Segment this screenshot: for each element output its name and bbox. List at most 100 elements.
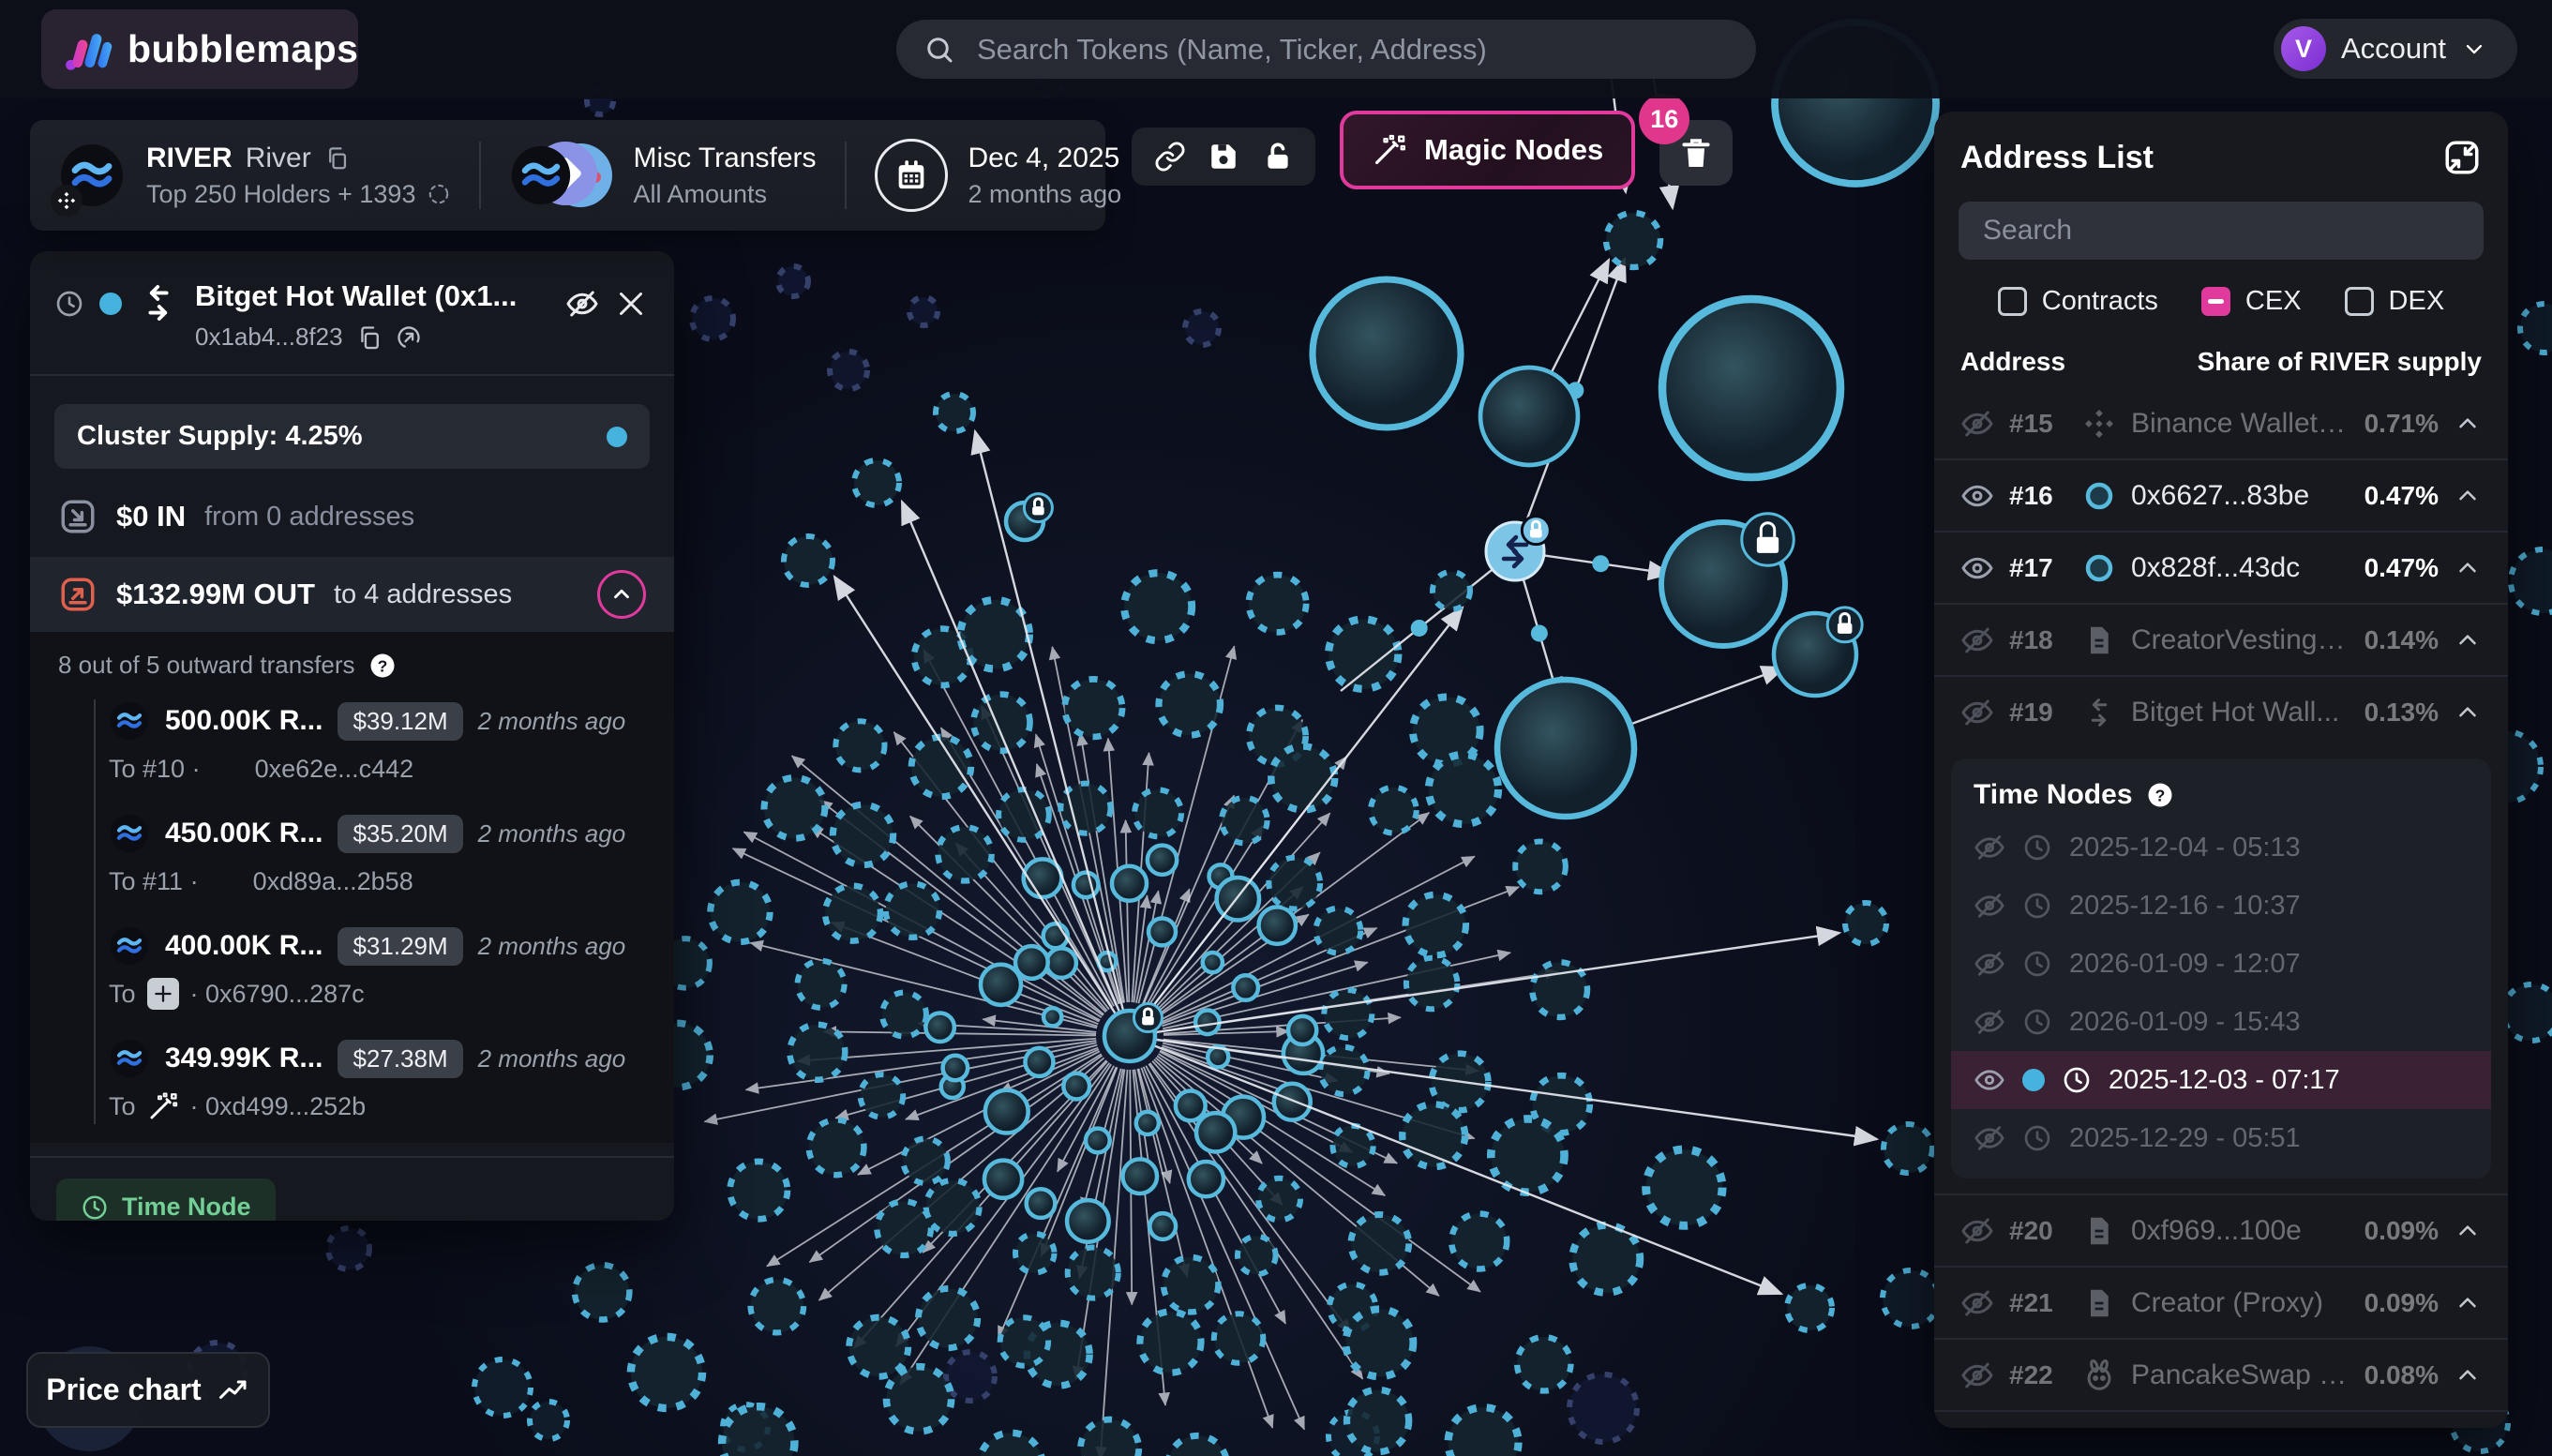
help-icon[interactable]: ?	[2146, 781, 2174, 809]
river-token-icon	[58, 142, 126, 209]
address-row[interactable]: #15 Binance Wallet Prox... 0.71%	[1934, 388, 2508, 458]
snapshot-age: 2 months ago	[968, 180, 1122, 209]
time-node-row[interactable]: 2025-12-29 - 05:51	[1951, 1109, 2491, 1167]
share-link-button[interactable]	[1154, 141, 1186, 173]
transfer-recipient[interactable]: To· 0xd499...252b	[109, 1090, 652, 1122]
outflow-row[interactable]: $132.99M OUT to 4 addresses	[30, 557, 674, 632]
address-row[interactable]: #19 Bitget Hot Wall... 0.13%	[1934, 675, 2508, 747]
visibility-toggle[interactable]	[1960, 1358, 1994, 1392]
chevron-up-icon[interactable]	[2454, 1217, 2482, 1245]
river-token-icon	[109, 813, 150, 854]
address-row[interactable]: #20 0xf969...100e 0.09%	[1934, 1193, 2508, 1266]
bubblemaps-logo[interactable]: bubblemaps	[41, 9, 358, 89]
transfer-mode-section[interactable]: Misc Transfers All Amounts	[481, 120, 844, 231]
chevron-up-icon[interactable]	[2454, 554, 2482, 582]
account-menu[interactable]: V Account	[2274, 19, 2517, 79]
transfer-item[interactable]: 400.00K R... $31.29M 2 months ago To· 0x…	[30, 910, 674, 1023]
visibility-toggle[interactable]	[1960, 623, 1994, 657]
close-panel-button[interactable]	[614, 287, 648, 321]
help-icon[interactable]: ?	[368, 652, 397, 680]
filter-dex[interactable]: DEX	[2345, 286, 2445, 317]
chevron-up-icon[interactable]	[2454, 1361, 2482, 1389]
date-section[interactable]: Dec 4, 2025 2 months ago	[847, 120, 1150, 231]
visibility-toggle[interactable]	[1974, 1006, 2005, 1038]
collapse-outflow-button[interactable]	[597, 570, 646, 619]
filter-contracts[interactable]: Contracts	[1998, 286, 2158, 317]
address-type-icon	[2082, 1358, 2116, 1392]
transfer-node-icon	[137, 281, 180, 324]
address-name: 0x828f...43dc	[2131, 552, 2349, 584]
visibility-toggle[interactable]	[1974, 832, 2005, 863]
address-row[interactable]: #22 PancakeSwap Vault ... 0.08%	[1934, 1338, 2508, 1410]
visibility-toggle[interactable]	[1960, 1214, 1994, 1248]
visibility-toggle[interactable]	[1960, 696, 1994, 729]
transfer-recipient[interactable]: To #11 ·0xd89a...2b58	[109, 865, 652, 897]
transfer-mode-title: Misc Transfers	[633, 143, 816, 174]
address-search-input[interactable]	[1981, 214, 2461, 248]
cluster-supply-row[interactable]: Cluster Supply: 4.25%	[54, 404, 650, 469]
inflow-row[interactable]: $0 IN from 0 addresses	[30, 497, 674, 536]
time-node-date: 2025-12-16 - 10:37	[2069, 891, 2301, 922]
time-node-button[interactable]: Time Node	[56, 1178, 276, 1221]
magic-nodes-button[interactable]: Magic Nodes	[1340, 111, 1635, 189]
chevron-up-icon[interactable]	[2454, 410, 2482, 438]
copy-address-icon[interactable]	[356, 324, 383, 351]
clock-icon	[2022, 891, 2052, 921]
time-node-row[interactable]: 2026-01-09 - 12:07	[1951, 935, 2491, 993]
address-row[interactable]: #18 CreatorVestingV2 0.14%	[1934, 603, 2508, 675]
visibility-toggle[interactable]	[1960, 1286, 1994, 1320]
visibility-toggle[interactable]	[1974, 890, 2005, 922]
address-row[interactable]: #23 CreatorVestingV2 0.08%	[1934, 1410, 2508, 1428]
transfer-recipient[interactable]: To· 0x6790...287c	[109, 978, 652, 1010]
token-section[interactable]: RIVERRiver Top 250 Holders + 1393	[30, 120, 479, 231]
time-node-row[interactable]: 2025-12-16 - 10:37	[1951, 877, 2491, 935]
account-label: Account	[2341, 32, 2446, 66]
save-button[interactable]	[1208, 141, 1239, 173]
address-name: Creator (Proxy)	[2131, 1287, 2349, 1319]
address-share: 0.09%	[2364, 1216, 2439, 1246]
chevron-up-icon[interactable]	[2454, 482, 2482, 510]
visibility-toggle[interactable]	[1960, 479, 1994, 513]
visibility-toggle[interactable]	[1960, 551, 1994, 585]
transfer-mode-subtitle: All Amounts	[633, 180, 816, 209]
cluster-color-dot	[99, 293, 122, 315]
copy-icon[interactable]	[324, 145, 350, 171]
visibility-toggle[interactable]	[1960, 407, 1994, 441]
transfer-recipient[interactable]: To #10 ·0xe62e...c442	[109, 753, 652, 785]
transfer-usd-badge: $31.29M	[338, 927, 462, 966]
price-chart-button[interactable]: Price chart	[26, 1352, 270, 1428]
address-type-icon	[2082, 696, 2116, 729]
time-node-row[interactable]: 2025-12-04 - 05:13	[1951, 818, 2491, 877]
chevron-up-icon[interactable]	[2454, 698, 2482, 727]
address-row[interactable]: #21 Creator (Proxy) 0.09%	[1934, 1266, 2508, 1338]
address-rank: #22	[2009, 1360, 2067, 1390]
transfer-item[interactable]: 450.00K R... $35.20M 2 months ago To #11…	[30, 798, 674, 910]
transfer-time: 2 months ago	[478, 819, 626, 848]
filter-cex[interactable]: CEX	[2201, 286, 2302, 317]
unlock-button[interactable]	[1262, 141, 1294, 173]
chevron-up-icon[interactable]	[2454, 1289, 2482, 1317]
token-search[interactable]	[896, 20, 1756, 79]
transfer-amount: 349.99K R...	[165, 1043, 323, 1074]
top-bar: bubblemaps V Account	[0, 0, 2552, 98]
visibility-toggle[interactable]	[1974, 948, 2005, 980]
avatar: V	[2281, 26, 2326, 71]
time-node-row[interactable]: 2025-12-03 - 07:17	[1951, 1051, 2491, 1109]
open-explorer-icon[interactable]	[396, 324, 422, 351]
chevron-up-icon[interactable]	[2454, 626, 2482, 654]
visibility-toggle[interactable]	[1974, 1122, 2005, 1154]
collapse-panel-icon[interactable]	[2442, 138, 2482, 177]
transfer-amount: 400.00K R...	[165, 930, 323, 962]
transfer-item[interactable]: 500.00K R... $39.12M 2 months ago To #10…	[30, 685, 674, 798]
address-search[interactable]	[1959, 202, 2484, 260]
address-share: 0.13%	[2364, 698, 2439, 728]
visibility-toggle[interactable]	[1974, 1064, 2005, 1096]
node-address: 0x1ab4...8f23	[195, 323, 343, 352]
hide-node-button[interactable]	[565, 287, 599, 321]
time-node-date: 2026-01-09 - 12:07	[2069, 949, 2301, 980]
time-node-row[interactable]: 2026-01-09 - 15:43	[1951, 993, 2491, 1051]
transfer-item[interactable]: 349.99K R... $27.38M 2 months ago To· 0x…	[30, 1023, 674, 1135]
token-search-input[interactable]	[975, 32, 1730, 68]
address-row[interactable]: #16 0x6627...83be 0.47%	[1934, 458, 2508, 531]
address-row[interactable]: #17 0x828f...43dc 0.47%	[1934, 531, 2508, 603]
